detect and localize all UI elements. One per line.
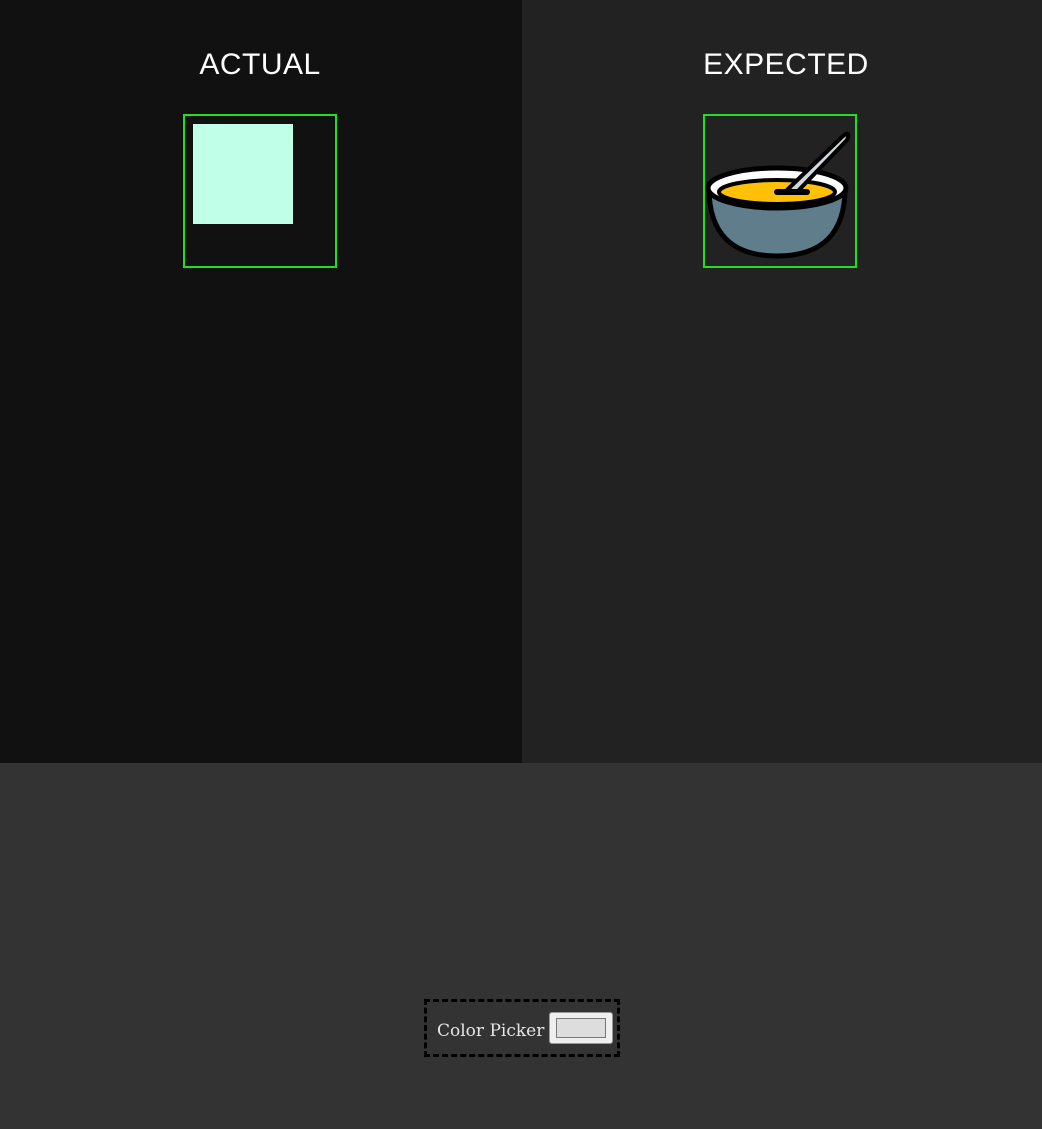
- actual-panel: ACTUAL: [0, 0, 522, 763]
- actual-title: ACTUAL: [199, 48, 321, 81]
- expected-frame: [703, 114, 857, 268]
- color-picker-label: Color Picker: [437, 1021, 545, 1041]
- controls-area: Color Picker: [0, 763, 1042, 1129]
- color-swatch: [556, 1018, 607, 1038]
- comparison-area: ACTUAL EXPECTED: [0, 0, 1042, 763]
- color-picker-container: Color Picker: [424, 999, 620, 1057]
- color-picker-input[interactable]: [549, 1012, 614, 1044]
- expected-panel: EXPECTED: [522, 0, 1042, 763]
- expected-title: EXPECTED: [703, 48, 869, 81]
- actual-frame: [183, 114, 337, 268]
- soup-bowl-icon: [705, 131, 851, 259]
- actual-square: [193, 124, 293, 224]
